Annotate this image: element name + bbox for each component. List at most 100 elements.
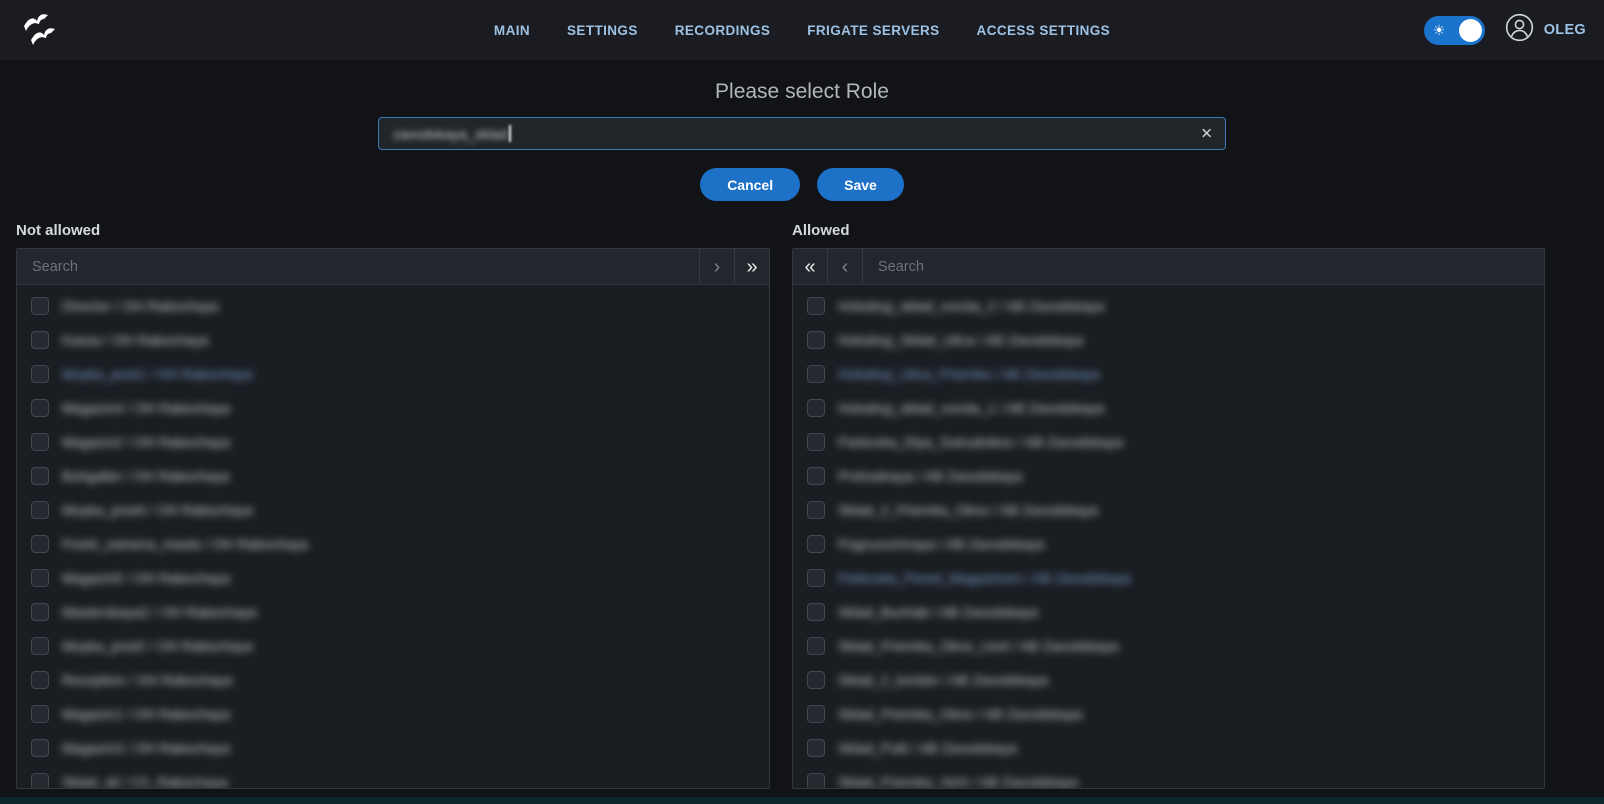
checkbox[interactable] [807, 331, 825, 349]
list-item[interactable]: Sklad_2_Priemka_Okno / AB Zavodskaya [793, 493, 1544, 527]
clear-input-icon[interactable]: ✕ [1200, 126, 1213, 141]
move-all-right-button[interactable]: » [734, 249, 769, 284]
move-all-left-button[interactable]: « [793, 249, 828, 284]
role-name-input[interactable]: zavodskaya_sklad ✕ [378, 117, 1226, 150]
list-item[interactable]: Prohodnaya / AB Zavodskaya [793, 459, 1544, 493]
checkbox[interactable] [31, 467, 49, 485]
nav-item-main[interactable]: MAIN [494, 23, 530, 38]
checkbox[interactable] [807, 297, 825, 315]
checkbox[interactable] [807, 603, 825, 621]
list-item-label: Prohodnaya / AB Zavodskaya [838, 468, 1022, 484]
list-item[interactable]: Sklad_Pulti / AB Zavodskaya [793, 731, 1544, 765]
checkbox[interactable] [31, 671, 49, 689]
list-item[interactable]: Director / OH Rabochaya [17, 289, 769, 323]
list-item[interactable]: Parkovka_Dlya_Sotrudnikov / AB Zavodskay… [793, 425, 1544, 459]
frigate-birds-logo-icon[interactable] [18, 10, 64, 50]
not-allowed-panel: › » Director / OH Rabochaya Kassa / OH R… [16, 248, 770, 789]
user-name[interactable]: OLEG [1544, 22, 1586, 38]
checkbox[interactable] [31, 569, 49, 587]
user-avatar-icon[interactable] [1505, 13, 1534, 47]
list-item[interactable]: Parkovka_Pered_Magazinom / AB Zavodskaya [793, 561, 1544, 595]
checkbox[interactable] [31, 399, 49, 417]
list-item-label: Sklad_Bunhab / AB Zavodskaya [838, 604, 1038, 620]
nav-item-settings[interactable]: SETTINGS [567, 23, 638, 38]
checkbox[interactable] [807, 569, 825, 587]
toggle-knob[interactable] [1459, 19, 1482, 42]
list-item-label: Magazin2 / OH Rabochaya [62, 434, 230, 450]
checkbox[interactable] [807, 773, 825, 788]
checkbox[interactable] [31, 773, 49, 788]
checkbox[interactable] [31, 297, 49, 315]
bottom-edge-strip [0, 797, 1604, 804]
nav-item-frigate-servers[interactable]: FRIGATE SERVERS [807, 23, 939, 38]
list-item[interactable]: Moyka_post1 / OH Rabochaya [17, 357, 769, 391]
list-item-label: Post4_zamena_masla / OH Rabochaya [62, 536, 308, 552]
user-menu[interactable]: OLEG [1505, 13, 1586, 47]
list-item[interactable]: Post4_zamena_masla / OH Rabochaya [17, 527, 769, 561]
list-item[interactable]: Holodnyj_sklad_vorota_2 / AB Zavodskaya [793, 289, 1544, 323]
list-item[interactable]: Moyka_post4 / OH Rabochaya [17, 493, 769, 527]
list-item[interactable]: Magazin3 / OH Rabochaya [17, 731, 769, 765]
checkbox[interactable] [807, 501, 825, 519]
list-item-label: Kassa / OH Rabochaya [62, 332, 208, 348]
checkbox[interactable] [807, 365, 825, 383]
list-item[interactable]: Buhgalter / OH Rabochaya [17, 459, 769, 493]
role-selection-page: Please select Role zavodskaya_sklad ✕ Ca… [0, 80, 1604, 789]
nav-item-recordings[interactable]: RECORDINGS [675, 23, 771, 38]
checkbox[interactable] [807, 739, 825, 757]
checkbox[interactable] [807, 637, 825, 655]
list-item[interactable]: Sklad_Priemka_Okno / AB Zavodskaya [793, 697, 1544, 731]
list-item[interactable]: Holodnyj_Ulica_Priemka / AB Zavodskaya [793, 357, 1544, 391]
checkbox[interactable] [807, 399, 825, 417]
checkbox[interactable] [31, 603, 49, 621]
checkbox[interactable] [31, 535, 49, 553]
nav-item-access-settings[interactable]: ACCESS SETTINGS [977, 23, 1111, 38]
move-left-button[interactable]: ‹ [828, 249, 863, 284]
checkbox[interactable] [807, 535, 825, 553]
list-item[interactable]: Holodnyj_sklad_vorota_1 / AB Zavodskaya [793, 391, 1544, 425]
list-item-label: Magazin4 / OH Rabochaya [62, 400, 230, 416]
checkbox[interactable] [31, 739, 49, 757]
list-item[interactable]: Magazin2 / OH Rabochaya [17, 425, 769, 459]
list-item[interactable]: Pogruzochnaya / AB Zavodskaya [793, 527, 1544, 561]
list-item[interactable]: Sklad_Bunhab / AB Zavodskaya [793, 595, 1544, 629]
list-item[interactable]: Masterskaya2 / OH Rabochaya [17, 595, 769, 629]
list-item[interactable]: Sklad_Priemka_Verh / AB Zavodskaya [793, 765, 1544, 788]
checkbox[interactable] [31, 331, 49, 349]
list-item[interactable]: Holodnyj_Sklad_Ulica / AB Zavodskaya [793, 323, 1544, 357]
allowed-section: Allowed « ‹ Holodnyj_sklad_vorota_2 / AB… [792, 222, 1545, 789]
move-right-button[interactable]: › [699, 249, 734, 284]
cancel-button[interactable]: Cancel [700, 168, 800, 201]
list-item[interactable]: Sklad_2_koridor / AB Zavodskaya [793, 663, 1544, 697]
list-item[interactable]: Magazin5 / OH Rabochaya [17, 561, 769, 595]
checkbox[interactable] [31, 637, 49, 655]
theme-toggle[interactable]: ☀ [1424, 16, 1485, 45]
allowed-search-input[interactable] [863, 249, 1544, 284]
checkbox[interactable] [807, 705, 825, 723]
list-item-label: Parkovka_Dlya_Sotrudnikov / AB Zavodskay… [838, 434, 1123, 450]
list-item[interactable]: Sklad_Priemka_Okno_Uzel / AB Zavodskaya [793, 629, 1544, 663]
save-button[interactable]: Save [817, 168, 904, 201]
list-item-label: Holodnyj_Sklad_Ulica / AB Zavodskaya [838, 332, 1083, 348]
list-item-label: Sklad_Priemka_Okno_Uzel / AB Zavodskaya [838, 638, 1118, 654]
list-item[interactable]: Magazin4 / OH Rabochaya [17, 391, 769, 425]
top-nav-bar: MAIN SETTINGS RECORDINGS FRIGATE SERVERS ACC… [0, 0, 1604, 60]
checkbox[interactable] [31, 433, 49, 451]
list-item[interactable]: Kassa / OH Rabochaya [17, 323, 769, 357]
not-allowed-title: Not allowed [16, 222, 770, 239]
checkbox[interactable] [31, 705, 49, 723]
list-item[interactable]: Reception / OH Rabochaya [17, 663, 769, 697]
list-item[interactable]: Magazin1 / OH Rabochaya [17, 697, 769, 731]
checkbox[interactable] [807, 671, 825, 689]
checkbox[interactable] [807, 467, 825, 485]
list-item-label: Sklad_2_koridor / AB Zavodskaya [838, 672, 1048, 688]
list-item-label: Holodnyj_Ulica_Priemka / AB Zavodskaya [838, 366, 1099, 382]
list-item[interactable]: Moyka_post2 / OH Rabochaya [17, 629, 769, 663]
list-item[interactable]: Sklad_s6 / Ch_Rabochaya [17, 765, 769, 788]
not-allowed-search-input[interactable] [17, 249, 699, 284]
checkbox[interactable] [807, 433, 825, 451]
checkbox[interactable] [31, 501, 49, 519]
checkbox[interactable] [31, 365, 49, 383]
allowed-panel: « ‹ Holodnyj_sklad_vorota_2 / AB Zavodsk… [792, 248, 1545, 789]
list-item-label: Sklad_Priemka_Okno / AB Zavodskaya [838, 706, 1082, 722]
